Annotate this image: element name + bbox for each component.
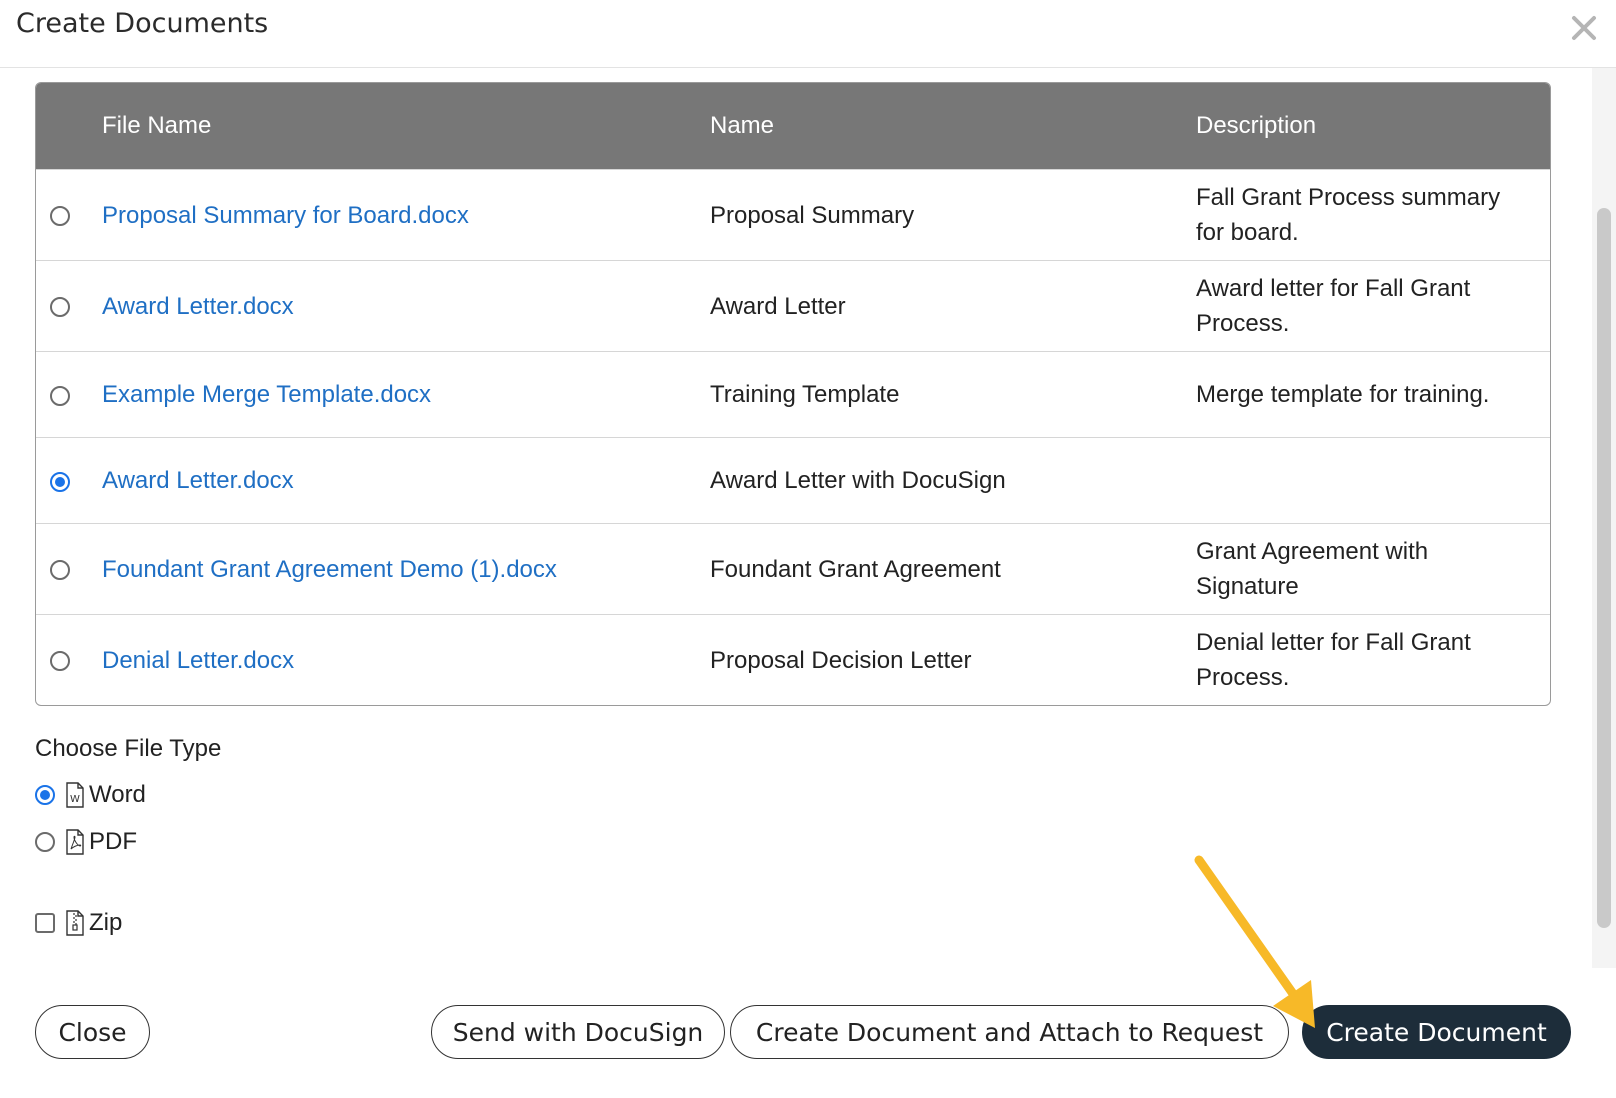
template-description: Award letter for Fall Grant Process. — [1196, 260, 1550, 352]
file-link[interactable]: Award Letter.docx — [102, 467, 294, 494]
pdf-label: PDF — [89, 828, 137, 855]
dialog-header: Create Documents — [0, 0, 1616, 68]
file-link[interactable]: Foundant Grant Agreement Demo (1).docx — [102, 556, 557, 583]
file-name-header: File Name — [102, 83, 710, 170]
table-row[interactable]: Award Letter.docx Award Letter with Docu… — [36, 437, 1550, 524]
create-and-attach-button[interactable]: Create Document and Attach to Request — [730, 1005, 1289, 1059]
row-radio-selected[interactable] — [50, 471, 70, 492]
table-row[interactable]: Example Merge Template.docx Training Tem… — [36, 351, 1550, 438]
word-radio[interactable] — [35, 785, 55, 805]
pdf-radio[interactable] — [35, 832, 55, 852]
word-file-icon: W — [66, 782, 84, 808]
zip-checkbox[interactable] — [35, 913, 55, 933]
template-name: Training Template — [710, 351, 1196, 438]
table-row[interactable]: Proposal Summary for Board.docx Proposal… — [36, 169, 1550, 261]
send-with-docusign-button[interactable]: Send with DocuSign — [431, 1005, 725, 1059]
table-header-row: File Name Name Description — [36, 83, 1550, 170]
table-row[interactable]: Foundant Grant Agreement Demo (1).docx F… — [36, 523, 1550, 615]
table-row[interactable]: Award Letter.docx Award Letter Award let… — [36, 260, 1550, 352]
template-description: Fall Grant Process summary for board. — [1196, 169, 1550, 261]
documents-table: File Name Name Description Proposal Summ… — [35, 82, 1551, 706]
template-description: Merge template for training. — [1196, 351, 1550, 438]
row-radio[interactable] — [50, 206, 70, 227]
template-name: Foundant Grant Agreement — [710, 523, 1196, 615]
close-button[interactable]: Close — [35, 1005, 150, 1059]
dialog-title: Create Documents — [16, 8, 269, 39]
zip-option[interactable]: Zip — [35, 909, 122, 937]
file-link[interactable]: Award Letter.docx — [102, 293, 294, 320]
row-radio[interactable] — [50, 297, 70, 318]
file-link[interactable]: Example Merge Template.docx — [102, 381, 431, 408]
row-radio[interactable] — [50, 560, 70, 581]
close-icon[interactable] — [1566, 10, 1602, 46]
file-type-label: Choose File Type — [35, 735, 222, 762]
create-document-button[interactable]: Create Document — [1302, 1005, 1571, 1059]
name-header: Name — [710, 83, 1196, 170]
zip-file-icon — [66, 910, 84, 936]
pdf-option[interactable]: PDF — [35, 828, 137, 856]
word-option[interactable]: W Word — [35, 781, 146, 809]
pdf-file-icon — [66, 829, 84, 855]
template-description: Grant Agreement with Signature — [1196, 523, 1550, 615]
template-description: Denial letter for Fall Grant Process. — [1196, 614, 1550, 705]
row-radio[interactable] — [50, 385, 70, 406]
scrollbar[interactable] — [1592, 68, 1616, 968]
word-label: Word — [89, 781, 146, 808]
file-link[interactable]: Proposal Summary for Board.docx — [102, 202, 469, 229]
zip-label: Zip — [89, 909, 123, 936]
template-description — [1196, 437, 1550, 524]
template-name: Award Letter — [710, 260, 1196, 352]
svg-text:W: W — [70, 794, 80, 805]
template-name: Proposal Decision Letter — [710, 614, 1196, 705]
scrollbar-thumb[interactable] — [1597, 208, 1611, 928]
file-link[interactable]: Denial Letter.docx — [102, 647, 294, 674]
table-row[interactable]: Denial Letter.docx Proposal Decision Let… — [36, 614, 1550, 705]
template-name: Award Letter with DocuSign — [710, 437, 1196, 524]
select-column-header — [36, 83, 102, 170]
row-radio[interactable] — [50, 651, 70, 672]
description-header: Description — [1196, 83, 1550, 170]
template-name: Proposal Summary — [710, 169, 1196, 261]
